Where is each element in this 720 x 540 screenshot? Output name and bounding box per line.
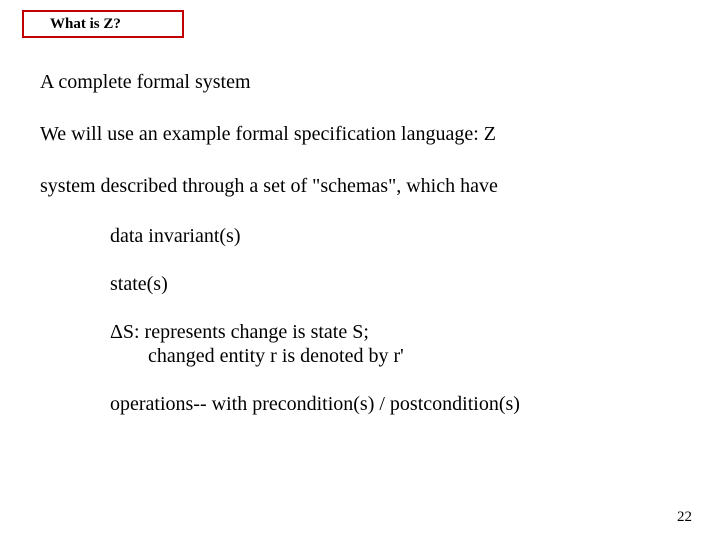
sub-item-operations: operations-- with precondition(s) / post… [110, 392, 680, 416]
indented-block: data invariant(s) state(s) ΔS: represent… [110, 224, 680, 416]
slide-title-box: What is Z? [22, 10, 184, 38]
body-line-2: We will use an example formal specificat… [40, 122, 680, 146]
slide-title: What is Z? [50, 16, 121, 33]
sub-item-delta: ΔS: represents change is state S; change… [110, 320, 680, 368]
sub-item-delta-line2: changed entity r is denoted by r' [110, 344, 680, 368]
slide-body: A complete formal system We will use an … [40, 70, 680, 440]
sub-item-delta-line1: ΔS: represents change is state S; [110, 320, 680, 344]
sub-item-data-invariants: data invariant(s) [110, 224, 680, 248]
body-line-1: A complete formal system [40, 70, 680, 94]
body-line-3: system described through a set of "schem… [40, 174, 680, 198]
sub-item-states: state(s) [110, 272, 680, 296]
page-number: 22 [677, 509, 692, 526]
